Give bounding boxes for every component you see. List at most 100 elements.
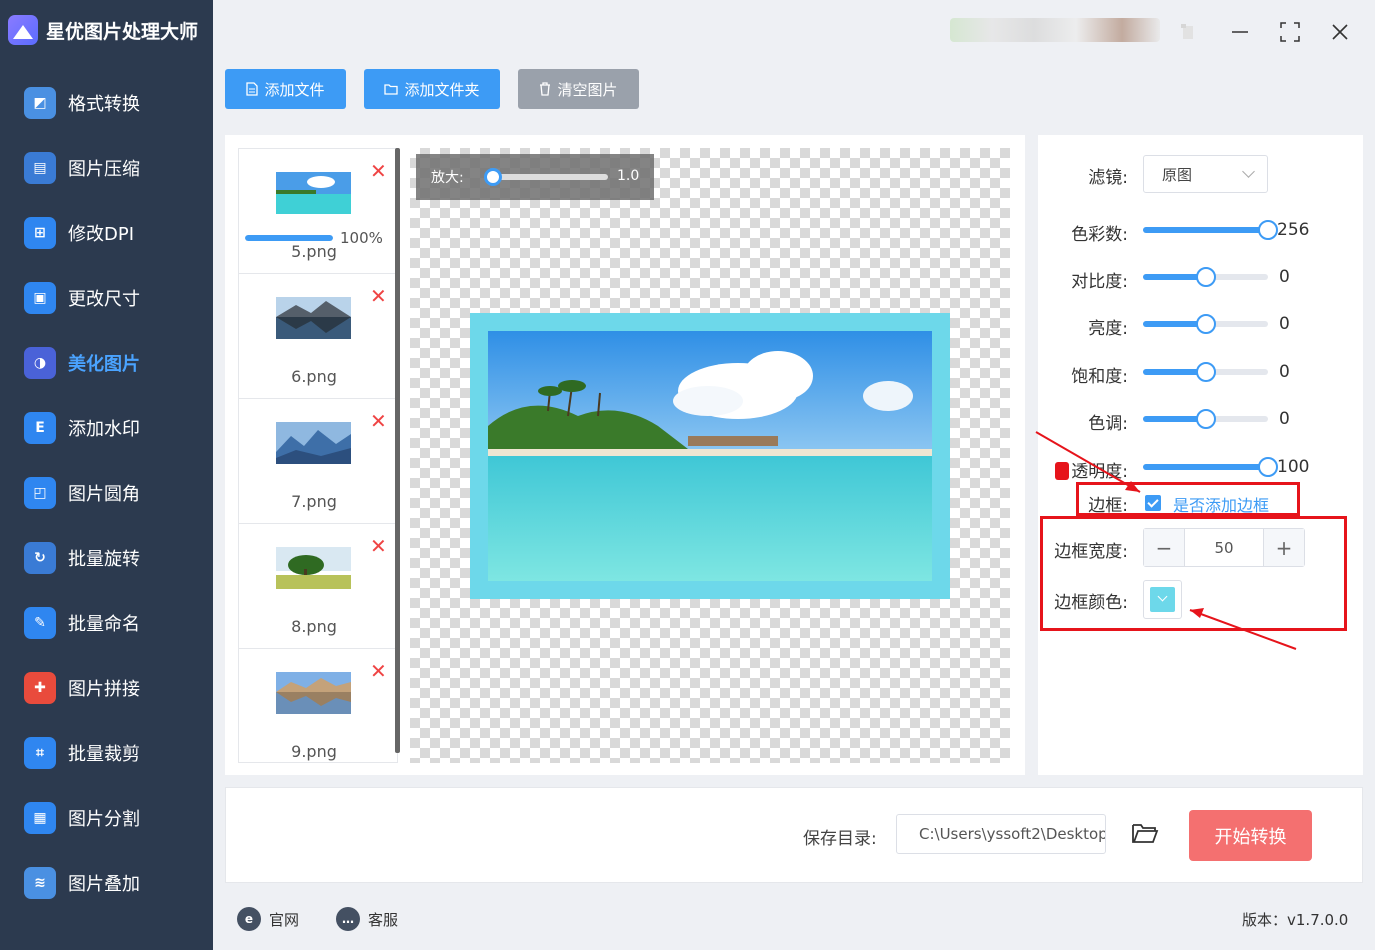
slider-value: 0 [1279, 362, 1290, 382]
sidebar-item-round-corner[interactable]: ◰ 图片圆角 [0, 460, 213, 525]
thumbnail-image [276, 297, 351, 339]
file-list-item[interactable]: ✕ 8.png [239, 524, 397, 649]
file-list-item[interactable]: ✕ 9.png [239, 649, 397, 762]
slider-label: 亮度: [1088, 319, 1128, 339]
remove-file-icon[interactable]: ✕ [370, 659, 387, 683]
clear-images-button[interactable]: 清空图片 [518, 69, 639, 109]
file-list-item[interactable]: ✕ 7.png [239, 399, 397, 524]
highlight-border-checkbox [1076, 482, 1300, 516]
sidebar-item-dpi[interactable]: ⊞ 修改DPI [0, 200, 213, 265]
zoom-slider-track[interactable] [488, 174, 608, 180]
start-convert-button[interactable]: 开始转换 [1189, 810, 1312, 861]
sidebar-item-layers[interactable]: ≋ 图片叠加 [0, 850, 213, 915]
open-folder-icon[interactable] [1131, 821, 1159, 845]
sidebar-item-crop[interactable]: ⌗ 批量裁剪 [0, 720, 213, 785]
dpi-icon: ⊞ [24, 216, 56, 249]
add-folder-label: 添加文件夹 [404, 80, 480, 99]
sidebar-item-label: 美化图片 [68, 353, 140, 375]
main-panel: ✕ 100% 5.png ✕ 6.png ✕ 7.png ✕ 8.png ✕ 9.png 放大: 1… [225, 135, 1025, 775]
preview-canvas: 放大: 1.0 [410, 148, 1010, 763]
chevron-down-icon [1242, 165, 1255, 178]
sidebar-item-label: 批量裁剪 [68, 743, 140, 765]
sidebar-item-label: 格式转换 [68, 93, 140, 115]
remove-file-icon[interactable]: ✕ [370, 159, 387, 183]
rename-icon: ✎ [24, 606, 56, 639]
support-link[interactable]: … 客服 [336, 907, 398, 931]
sidebar-item-image-convert[interactable]: ◩ 格式转换 [0, 70, 213, 135]
app-title: 星优图片处理大师 [8, 12, 198, 48]
chat-icon: … [336, 907, 360, 931]
watermark-icon: E [24, 411, 56, 444]
save-directory-label: 保存目录: [803, 829, 877, 849]
app-logo-icon [8, 15, 38, 45]
file-list-item[interactable]: ✕ 6.png [239, 274, 397, 399]
remove-file-icon[interactable]: ✕ [370, 534, 387, 558]
add-folder-button[interactable]: 添加文件夹 [364, 69, 500, 109]
filter-value: 原图 [1162, 165, 1193, 184]
sidebar-item-compress[interactable]: ▤ 图片压缩 [0, 135, 213, 200]
website-link[interactable]: e 官网 [237, 907, 299, 931]
sidebar-item-label: 图片压缩 [68, 158, 140, 180]
sidebar-item-resize[interactable]: ▣ 更改尺寸 [0, 265, 213, 330]
blurred-user-info [950, 18, 1160, 42]
file-name: 5.png [291, 242, 337, 261]
shirt-icon[interactable] [1168, 14, 1208, 50]
sidebar-item-label: 图片圆角 [68, 483, 140, 505]
file-list-item[interactable]: ✕ 100% 5.png [239, 149, 397, 274]
add-file-button[interactable]: 添加文件 [225, 69, 346, 109]
settings-panel: 滤镜: 原图 色彩数: 256 对比度: 0 亮度: 0 饱和度: 0 色调: 0 透明度: 100 … [1038, 135, 1363, 775]
sidebar-item-watermark[interactable]: E 添加水印 [0, 395, 213, 460]
slider-handle[interactable] [1195, 314, 1216, 334]
slider-label: 色调: [1088, 414, 1128, 434]
minimize-icon[interactable] [1220, 14, 1260, 50]
slider-value: 0 [1279, 314, 1290, 334]
thumbnail-image [276, 672, 351, 714]
slider-label: 对比度: [1071, 272, 1128, 292]
compress-icon: ▤ [24, 151, 56, 184]
close-icon[interactable] [1320, 14, 1360, 50]
sidebar-item-beautify[interactable]: ◑ 美化图片 [0, 330, 213, 395]
slider-value: 256 [1277, 220, 1310, 240]
slider-fill [1143, 464, 1268, 470]
zoom-slider-handle[interactable] [484, 168, 502, 186]
slider-track[interactable] [1143, 267, 1268, 287]
fullscreen-icon[interactable] [1270, 14, 1310, 50]
annotation-marker [1055, 462, 1069, 480]
slider-track[interactable] [1143, 314, 1268, 334]
slider-handle[interactable] [1195, 409, 1216, 429]
slider-handle[interactable] [1258, 220, 1278, 240]
file-name: 6.png [291, 367, 337, 386]
round-corner-icon: ◰ [24, 476, 56, 509]
file-icon [246, 82, 259, 96]
slider-track[interactable] [1143, 457, 1278, 477]
slider-handle[interactable] [1195, 362, 1216, 382]
folder-icon [384, 84, 399, 95]
app-title-text: 星优图片处理大师 [46, 20, 199, 43]
save-path-input[interactable]: C:\Users\yssoft2\Desktop [896, 814, 1106, 854]
zoom-label: 放大: [431, 170, 464, 186]
slider-handle[interactable] [1258, 457, 1278, 477]
remove-file-icon[interactable]: ✕ [370, 284, 387, 308]
slider-value: 100 [1277, 457, 1310, 477]
slider-track[interactable] [1143, 362, 1268, 382]
slider-handle[interactable] [1195, 267, 1216, 287]
sidebar-item-rename[interactable]: ✎ 批量命名 [0, 590, 213, 655]
sidebar-item-split[interactable]: ▦ 图片分割 [0, 785, 213, 850]
remove-file-icon[interactable]: ✕ [370, 409, 387, 433]
highlight-border-settings [1040, 516, 1347, 631]
sidebar-item-label: 更改尺寸 [68, 288, 140, 310]
sidebar-item-label: 添加水印 [68, 418, 140, 440]
sidebar-item-label: 修改DPI [68, 223, 135, 245]
file-list-scrollbar[interactable] [395, 148, 400, 753]
slider-track[interactable] [1143, 220, 1278, 240]
rotate-icon: ↻ [24, 541, 56, 574]
thumbnail-image [276, 547, 351, 589]
output-panel: 保存目录: C:\Users\yssoft2\Desktop 开始转换 [225, 787, 1363, 883]
file-name: 9.png [291, 742, 337, 761]
slider-label: 饱和度: [1071, 367, 1128, 387]
sidebar-item-rotate[interactable]: ↻ 批量旋转 [0, 525, 213, 590]
sidebar-item-puzzle[interactable]: ✚ 图片拼接 [0, 655, 213, 720]
filter-select[interactable]: 原图 [1143, 155, 1268, 193]
slider-track[interactable] [1143, 409, 1268, 429]
sidebar-nav: ◩ 格式转换 ▤ 图片压缩 ⊞ 修改DPI ▣ 更改尺寸 ◑ 美化图片 E 添加水印 ◰ 图片圆角 ↻ 批量旋… [0, 70, 213, 915]
